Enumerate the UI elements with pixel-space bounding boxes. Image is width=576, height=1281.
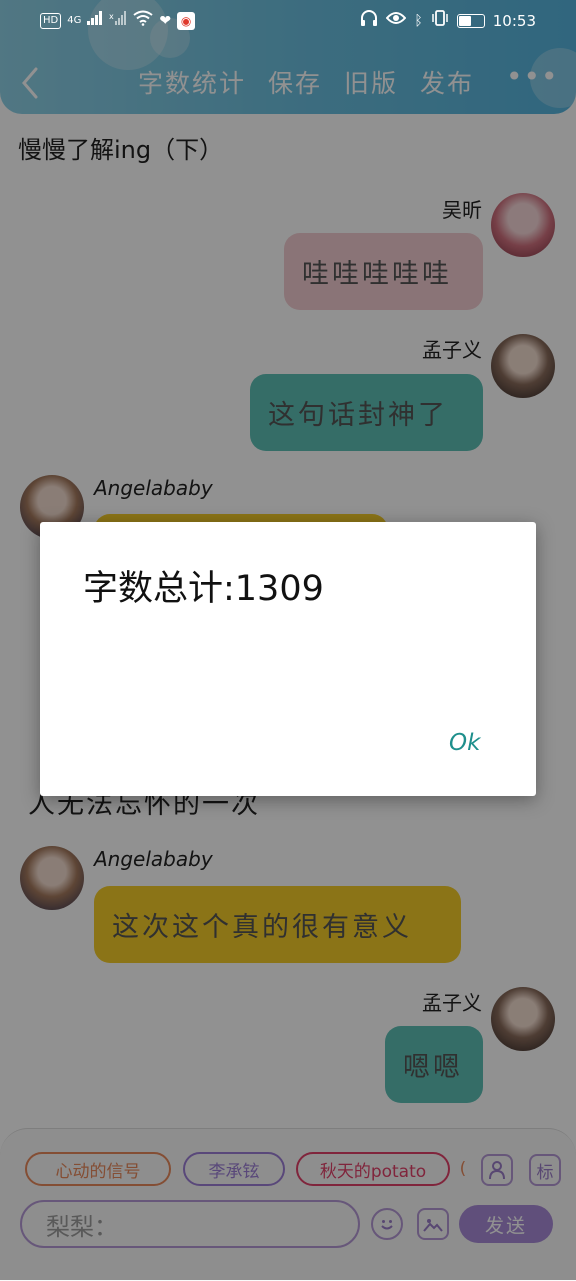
word-count-dialog: 字数总计:1309 Ok [40,522,536,796]
wifi-icon [133,10,153,31]
vibrate-icon [431,10,449,31]
bluetooth-icon: ᛒ [414,12,423,29]
weibo-icon: ◉ [177,11,196,30]
ok-button[interactable]: Ok [449,730,480,756]
hd-badge: HD [40,12,62,29]
heart-icon: ❤ [159,12,172,29]
signal-2-icon: x [109,11,127,30]
battery-icon [456,13,485,28]
headphones-icon [360,10,378,31]
signal-icon [87,11,103,30]
dialog-message: 字数总计:1309 [83,569,324,609]
svg-text:x: x [109,12,114,21]
status-bar: HD 4G x ❤ ◉ ᛒ 10:53 [0,0,576,40]
network-label: 4G [67,14,82,26]
clock-time: 10:53 [492,11,536,30]
eye-icon [386,11,407,30]
